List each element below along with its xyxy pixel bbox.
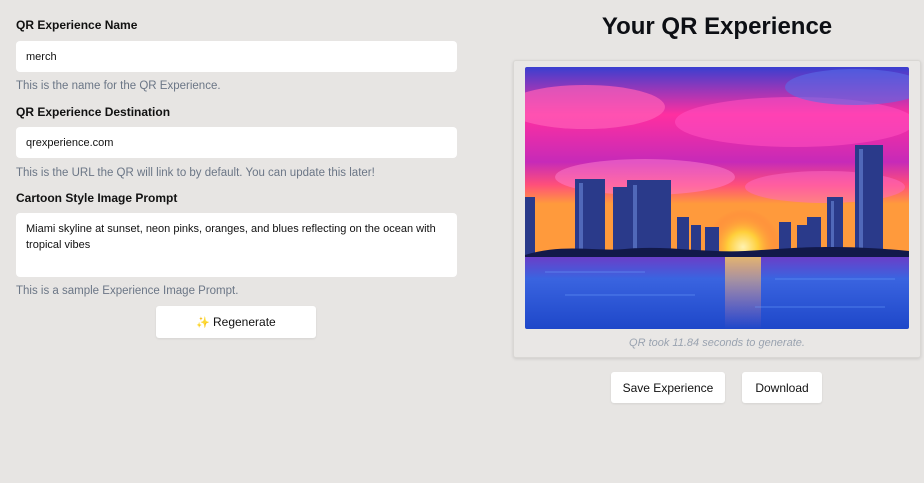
save-experience-label: Save Experience (622, 380, 714, 395)
save-experience-button[interactable]: Save Experience (611, 372, 725, 403)
name-label: QR Experience Name (16, 18, 138, 32)
prompt-textarea[interactable]: Miami skyline at sunset, neon pinks, ora… (16, 213, 457, 277)
miami-skyline-image (525, 67, 909, 329)
page-title: Your QR Experience (601, 13, 833, 40)
prompt-label: Cartoon Style Image Prompt (16, 191, 178, 205)
prompt-help-text: This is a sample Experience Image Prompt… (16, 285, 239, 297)
name-help-text: This is the name for the QR Experience. (16, 80, 221, 92)
destination-help-text: This is the URL the QR will link to by d… (16, 167, 375, 179)
name-input[interactable]: merch (16, 41, 457, 72)
download-button[interactable]: Download (742, 372, 822, 403)
generated-image (525, 67, 909, 329)
download-label: Download (755, 380, 809, 395)
sparkles-icon: ✨ (196, 316, 210, 329)
destination-input[interactable]: qrexperience.com (16, 127, 457, 158)
destination-label: QR Experience Destination (16, 105, 171, 119)
generation-time-caption: QR took 11.84 seconds to generate. (629, 337, 805, 349)
preview-card: QR took 11.84 seconds to generate. (513, 60, 921, 358)
regenerate-button[interactable]: ✨ Regenerate (156, 306, 316, 338)
regenerate-label: Regenerate (212, 315, 276, 329)
